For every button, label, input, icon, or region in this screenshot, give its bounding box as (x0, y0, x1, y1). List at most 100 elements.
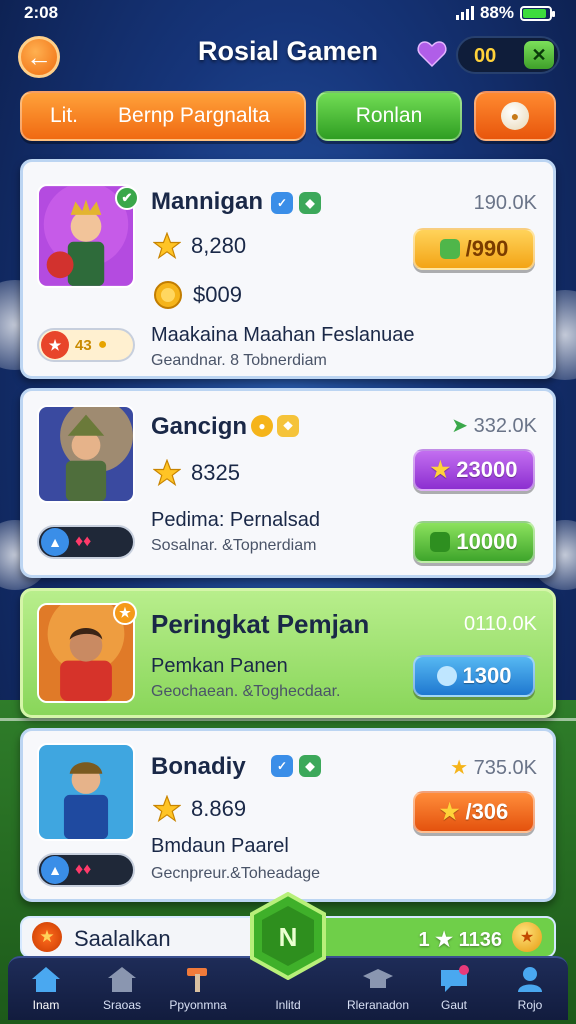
coin-value: 00 (474, 45, 497, 67)
player-name: Peringkat Pemjan (151, 609, 370, 639)
verified-icon: ✓ (271, 192, 293, 214)
player-card[interactable]: ✔ Mannigan ✓ ◆ 190.0K 8,280 $009 /990 ★ … (20, 159, 556, 379)
rocket-icon: ➤ (451, 415, 469, 437)
hammer-icon (187, 968, 207, 992)
nav-profile[interactable]: Rojo (494, 964, 566, 1020)
tab-label-a: Lit. (50, 104, 79, 127)
star-icon: ★ (450, 757, 469, 779)
player-card[interactable]: Gancign ● ❖ ➤ 332.0K 8325 ★ 23000 Pedima… (20, 388, 556, 578)
rank-pill: ▲ ♦♦ (37, 525, 135, 559)
add-coins-button[interactable]: ✕ (524, 41, 554, 69)
player-subtitle: Gecnpreur.&Toheadage (151, 865, 321, 882)
nav-label: Sraoas (102, 998, 142, 1012)
home-icon (32, 967, 60, 992)
buy-button[interactable]: 1300 (413, 655, 535, 697)
verified-icon: ✓ (271, 755, 293, 777)
tab-label: Ronlan (355, 104, 423, 127)
tab-filter-orange[interactable]: Lit. Bernp Pargnalta (20, 91, 306, 141)
tab-label-b: Bernp Pargnalta (118, 104, 270, 127)
rank-pill: ★ 43 ● (37, 328, 135, 362)
nav-label: Inam (32, 998, 60, 1012)
buy-button[interactable]: ★ /306 (413, 791, 535, 833)
profile-icon (518, 967, 542, 992)
nav-tools[interactable]: Ppyonmna (162, 964, 234, 1020)
verified-icon: ✔ (115, 186, 139, 210)
player-avatar (37, 405, 135, 503)
nav-academy[interactable]: Rleranadon (342, 964, 414, 1020)
star-stat: 8325 (153, 459, 240, 487)
svg-text:N: N (279, 922, 298, 952)
star-icon (153, 795, 181, 823)
banner-value: 1 ★ 1136 (418, 929, 502, 951)
tab-filter-ball[interactable]: ● (474, 91, 556, 141)
rank-value: 43 (75, 336, 92, 354)
price-label: 1300 (462, 663, 512, 688)
nav-store[interactable]: Sraoas (86, 964, 158, 1020)
player-card[interactable]: Bonadiy ✓ ◆ ★ 735.0K 8.869 ★ /306 Bmdaun… (20, 728, 556, 902)
buy-button[interactable]: /990 (413, 228, 535, 270)
nav-label: Inlitd (275, 998, 301, 1012)
graduation-cap-icon (363, 969, 393, 988)
buy-button[interactable]: ★ 23000 (413, 449, 535, 491)
player-card-highlighted[interactable]: ★ Peringkat Pemjan 0110.0K Pemkan Panen … (20, 588, 556, 718)
coin-badge-icon: ● (251, 415, 273, 437)
nav-label: Rojo (517, 998, 543, 1012)
nav-home[interactable]: Inam (10, 964, 82, 1020)
store-icon (108, 967, 136, 992)
buy-button-secondary[interactable]: 10000 (413, 521, 535, 563)
status-time: 2:08 (24, 3, 59, 22)
battery-percent: 88% (479, 3, 514, 22)
price-label: 23000 (456, 457, 518, 482)
rank-icon: ★ (41, 331, 69, 359)
rank-icon: ▲ (41, 856, 69, 884)
price-label: 10000 (456, 529, 518, 554)
star-badge-icon: ★ (113, 601, 137, 625)
star-value: 8325 (191, 460, 240, 485)
player-description: Maakaina Maahan Feslanuae (151, 324, 415, 346)
tab-filter-green[interactable]: Ronlan (316, 91, 462, 141)
gem-icon (430, 532, 451, 552)
gems-icon: ♦♦ (75, 861, 92, 878)
player-score-value: 332.0K (473, 415, 537, 437)
nav-label: Rleranadon (346, 998, 410, 1012)
player-avatar (37, 743, 135, 841)
star-icon: ★ (430, 457, 451, 482)
player-score: 190.0K (473, 192, 537, 214)
player-description: Bmdaun Paarel (151, 835, 289, 857)
star-value: 8,280 (191, 233, 247, 258)
player-subtitle: Sosalnar. &Topnerdiam (151, 537, 317, 554)
shield-icon: ◆ (299, 192, 321, 214)
gems-icon: ♦♦ (75, 533, 92, 550)
star-icon: ★ (439, 799, 460, 824)
player-name: Gancign (151, 413, 248, 440)
signal-icon (455, 6, 474, 20)
player-score: ➤ 332.0K (451, 413, 537, 438)
star-stat: 8,280 (153, 232, 246, 260)
shield-icon: ◆ (299, 755, 321, 777)
coin-icon: ★ (512, 922, 542, 952)
player-name: Bonadiy (151, 753, 246, 780)
trophy-icon: ● (97, 336, 108, 353)
star-icon (153, 232, 181, 260)
star-stat: 8.869 (153, 795, 246, 823)
coin-balance: 00 ✕ (456, 36, 560, 74)
player-description: Pemkan Panen (151, 655, 288, 677)
coin-stat-value: $009 (193, 282, 242, 307)
player-subtitle: Geandnar. 8 Tobnerdiam (151, 352, 327, 369)
nav-label: Ppyonmna (169, 998, 227, 1012)
player-description: Pedima: Pernalsad (151, 509, 320, 531)
rank-icon: ▲ (41, 528, 69, 556)
status-bar: 2:08 88% (0, 0, 576, 26)
app-header: ← Rosial Gamen 00 ✕ (0, 30, 576, 78)
star-icon (153, 459, 181, 487)
ball-icon: ● (501, 102, 529, 130)
nav-label: Gaut (440, 998, 467, 1012)
gem-icon (439, 239, 460, 259)
heart-icon[interactable] (416, 38, 448, 70)
player-score: ★ 735.0K (450, 755, 537, 780)
battery-icon (520, 5, 555, 21)
nav-chat[interactable]: Gaut (418, 964, 490, 1020)
player-score: 0110.0K (463, 613, 537, 635)
hex-badge-icon[interactable]: N (248, 892, 328, 980)
coin-icon (154, 281, 182, 309)
